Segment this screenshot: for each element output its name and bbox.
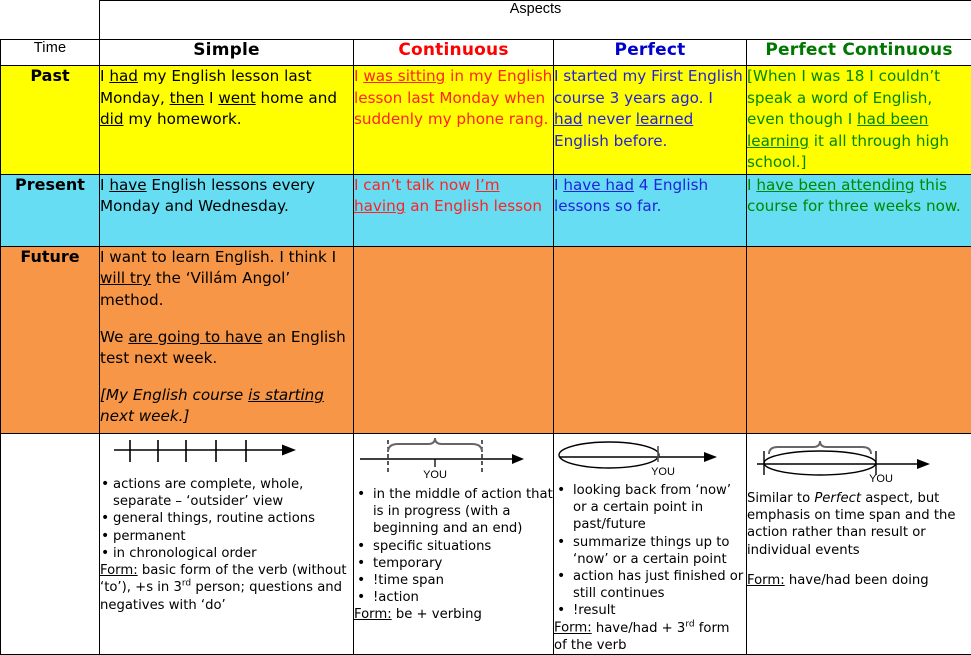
cell-present-simple: I have English lessons every Monday and … bbox=[100, 174, 354, 246]
timeline-ticks-icon bbox=[100, 436, 353, 475]
explanation-simple: actions are complete, whole, separate – … bbox=[100, 433, 354, 654]
list-item: looking back from ‘now’ or a certain poi… bbox=[554, 482, 746, 533]
explanation-perfect-continuous-text: Similar to Perfect aspect, but emphasis … bbox=[747, 490, 971, 559]
time-label-past: Past bbox=[1, 66, 100, 175]
aspects-banner-row: Aspects bbox=[1, 1, 971, 40]
timeline-brace-icon: YOU bbox=[354, 436, 553, 485]
list-item: general things, routine actions bbox=[100, 510, 353, 527]
list-item: temporary bbox=[354, 555, 553, 572]
header-perfect-continuous: Perfect Continuous bbox=[747, 40, 971, 66]
form-label: Form: bbox=[747, 573, 785, 588]
list-item: summarize things up to ‘now’ or a certai… bbox=[554, 534, 746, 568]
table-row-present: Present I have English lessons every Mon… bbox=[1, 174, 971, 246]
aspects-table: Aspects Time Simple Continuous Perfect P… bbox=[0, 0, 971, 655]
column-header-row: Time Simple Continuous Perfect Perfect C… bbox=[1, 40, 971, 66]
list-item: !result bbox=[554, 602, 746, 619]
form-line-perfect: Form: have/had + 3rd form of the verb bbox=[554, 619, 746, 654]
table-row-future: Future I want to learn English. I think … bbox=[1, 246, 971, 433]
cell-past-simple: I had my English lesson last Monday, the… bbox=[100, 66, 354, 175]
cell-future-continuous bbox=[354, 246, 554, 433]
form-text: have/had been doing bbox=[785, 573, 929, 588]
form-label: Form: bbox=[554, 621, 592, 636]
cell-present-perfect: I have had 4 English lessons so far. bbox=[554, 174, 747, 246]
cell-present-perfect-continuous: I have been attending this course for th… bbox=[747, 174, 971, 246]
form-line-continuous: Form: be + verbing bbox=[354, 606, 553, 623]
cell-future-perfect bbox=[554, 246, 747, 433]
grammar-aspects-chart: Aspects Time Simple Continuous Perfect P… bbox=[0, 0, 971, 642]
list-item: !time span bbox=[354, 572, 553, 589]
list-item: specific situations bbox=[354, 538, 553, 555]
list-item: actions are complete, whole, separate – … bbox=[100, 476, 353, 510]
corner-blank-cell bbox=[1, 1, 100, 40]
you-label: YOU bbox=[651, 466, 675, 476]
aspects-header-cell: Aspects bbox=[100, 1, 971, 40]
explanation-simple-bullets: actions are complete, whole, separate – … bbox=[100, 476, 353, 562]
header-continuous: Continuous bbox=[354, 40, 554, 66]
form-label: Form: bbox=[100, 563, 138, 578]
cell-future-perfect-continuous bbox=[747, 246, 971, 433]
explanation-time-blank bbox=[1, 433, 100, 654]
cell-past-perfect-continuous: [When I was 18 I couldn’t speak a word o… bbox=[747, 66, 971, 175]
cell-present-continuous: I can’t talk now I’m having an English l… bbox=[354, 174, 554, 246]
explanation-perfect: YOU looking back from ‘now’ or a certain… bbox=[554, 433, 747, 654]
explanation-continuous-bullets: in the middle of action that is in progr… bbox=[354, 486, 553, 606]
list-item: in chronological order bbox=[100, 545, 353, 562]
header-perfect: Perfect bbox=[554, 40, 747, 66]
timeline-ellipse-brace-icon: YOU bbox=[747, 436, 971, 489]
time-label-future: Future bbox=[1, 246, 100, 433]
list-item: action has just finished or still contin… bbox=[554, 568, 746, 602]
timeline-ellipse-icon: YOU bbox=[554, 436, 746, 481]
cell-past-continuous: I was sitting in my English lesson last … bbox=[354, 66, 554, 175]
list-item: in the middle of action that is in progr… bbox=[354, 486, 553, 537]
explanation-perfect-continuous: YOU Similar to Perfect aspect, but empha… bbox=[747, 433, 971, 654]
table-row-explanations: actions are complete, whole, separate – … bbox=[1, 433, 971, 654]
form-label: Form: bbox=[354, 607, 392, 622]
explanation-perfect-bullets: looking back from ‘now’ or a certain poi… bbox=[554, 482, 746, 619]
cell-past-perfect: I started my First English course 3 year… bbox=[554, 66, 747, 175]
table-row-past: Past I had my English lesson last Monday… bbox=[1, 66, 971, 175]
form-line-perfect-continuous: Form: have/had been doing bbox=[747, 572, 971, 589]
cell-future-simple: I want to learn English. I think I will … bbox=[100, 246, 354, 433]
you-label: YOU bbox=[869, 473, 893, 484]
list-item: !action bbox=[354, 589, 553, 606]
list-item: permanent bbox=[100, 528, 353, 545]
header-time: Time bbox=[1, 40, 100, 66]
form-line-simple: Form: basic form of the verb (without ‘t… bbox=[100, 562, 353, 614]
time-label-present: Present bbox=[1, 174, 100, 246]
you-label: YOU bbox=[423, 469, 447, 480]
explanation-continuous: YOU in the middle of action that is in p… bbox=[354, 433, 554, 654]
spacer bbox=[747, 559, 971, 572]
form-text: be + verbing bbox=[392, 607, 482, 622]
header-simple: Simple bbox=[100, 40, 354, 66]
